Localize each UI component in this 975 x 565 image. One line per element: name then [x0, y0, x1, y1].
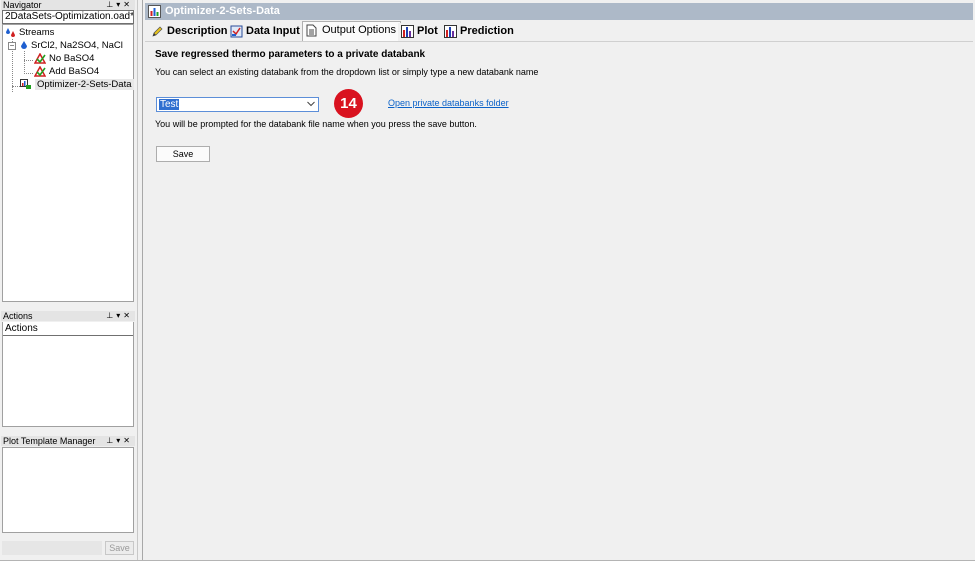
tab-output-options[interactable]: Output Options	[302, 21, 401, 41]
calculation-icon	[34, 53, 46, 64]
panel-controls[interactable]: ⊥▾✕	[106, 311, 133, 321]
section-heading: Save regressed thermo parameters to a pr…	[155, 49, 426, 60]
open-databanks-folder-link[interactable]: Open private databanks folder	[388, 98, 509, 108]
tree-node-no-baso4[interactable]: No BaSO4	[34, 53, 94, 65]
navigator-panel-title: Navigator	[3, 0, 42, 10]
template-name-field[interactable]	[2, 541, 102, 555]
actions-panel	[2, 322, 134, 427]
pencil-icon	[152, 26, 163, 37]
tree-connector	[12, 86, 20, 87]
navigator-file-name[interactable]: 2DataSets-Optimization.oad*	[2, 10, 134, 24]
tree-connector	[24, 73, 33, 74]
tab-label: Description	[167, 25, 228, 37]
tab-data-input[interactable]: Data Input	[227, 23, 304, 41]
section-description: You can select an existing databank from…	[155, 67, 539, 77]
navigator-panel-header: Navigator ⊥▾✕	[1, 0, 135, 10]
tab-strip: Description Data Input Output Options Pl…	[145, 21, 973, 41]
template-save-button[interactable]: Save	[105, 541, 134, 555]
tree-node-add-baso4[interactable]: Add BaSO4	[34, 66, 99, 78]
output-options-panel: Save regressed thermo parameters to a pr…	[145, 41, 973, 558]
tree-node-streams[interactable]: Streams	[5, 27, 54, 39]
save-button[interactable]: Save	[156, 146, 210, 162]
bar-chart-icon	[401, 25, 414, 38]
tab-label: Data Input	[246, 25, 300, 37]
status-bar	[0, 560, 975, 565]
tree-node-label: SrCl2, Na2SO4, NaCl	[31, 40, 123, 52]
bar-chart-icon	[444, 25, 457, 38]
tab-plot[interactable]: Plot	[398, 23, 442, 41]
panel-controls[interactable]: ⊥▾✕	[106, 0, 133, 10]
left-sidebar: Navigator ⊥▾✕ 2DataSets-Optimization.oad…	[0, 0, 137, 560]
document-title: Optimizer-2-Sets-Data	[165, 5, 280, 17]
water-drop-icon	[21, 41, 27, 49]
navigator-tree: Streams − SrCl2, Na2SO4, NaCl No BaSO4 A…	[2, 24, 134, 302]
tree-node-label: No BaSO4	[49, 53, 95, 65]
tree-node-optimizer[interactable]: Optimizer-2-Sets-Data	[20, 79, 134, 91]
tab-description[interactable]: Description	[148, 23, 232, 41]
plot-template-panel-header: Plot Template Manager ⊥▾✕	[1, 436, 135, 446]
plot-template-panel-title: Plot Template Manager	[3, 436, 96, 446]
tree-node-label: Optimizer-2-Sets-Data	[35, 79, 134, 91]
save-prompt-hint: You will be prompted for the databank fi…	[155, 119, 477, 129]
tab-label: Output Options	[322, 24, 396, 36]
tree-node-label: Streams	[19, 27, 55, 39]
actions-panel-header: Actions ⊥▾✕	[1, 311, 135, 321]
tree-node-stream[interactable]: SrCl2, Na2SO4, NaCl	[20, 40, 123, 52]
collapse-toggle[interactable]: −	[8, 42, 16, 50]
streams-icon	[6, 28, 15, 37]
document-title-bar: Optimizer-2-Sets-Data	[145, 3, 973, 20]
tab-label: Prediction	[460, 25, 514, 37]
optimizer-icon	[20, 79, 31, 89]
tab-label: Plot	[417, 25, 438, 37]
optimizer-icon	[148, 5, 161, 18]
document-icon	[306, 24, 317, 37]
panel-controls[interactable]: ⊥▾✕	[106, 436, 133, 446]
tree-connector	[24, 60, 33, 61]
actions-column-header: Actions	[3, 322, 133, 336]
calculation-icon	[34, 66, 46, 77]
actions-panel-title: Actions	[3, 311, 33, 321]
databank-combobox[interactable]: Test	[156, 97, 319, 112]
databank-combobox-value[interactable]: Test	[159, 99, 180, 110]
data-input-icon	[230, 25, 243, 38]
main-document-area: Optimizer-2-Sets-Data Description Data I…	[143, 0, 975, 560]
chevron-down-icon[interactable]	[307, 101, 315, 107]
step-number-badge: 14	[334, 89, 363, 118]
tree-connector	[24, 51, 25, 74]
tree-node-label: Add BaSO4	[49, 66, 100, 78]
plot-template-panel	[2, 447, 134, 533]
tab-prediction[interactable]: Prediction	[441, 23, 518, 41]
